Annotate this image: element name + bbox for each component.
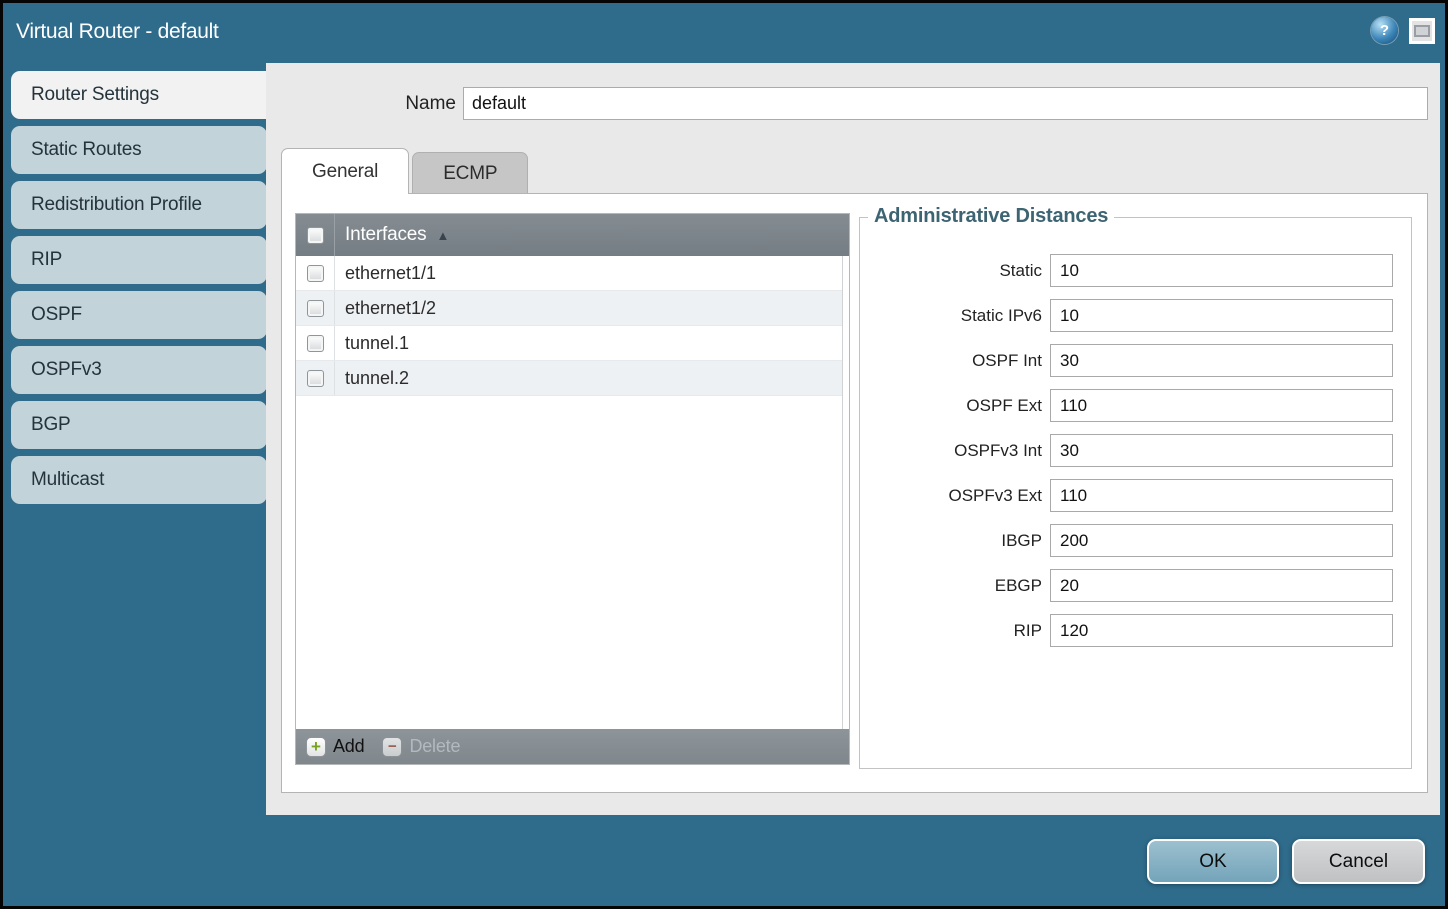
row-checkbox-cell (296, 256, 335, 290)
sidebar-item-rip[interactable]: RIP (11, 236, 267, 284)
sidebar: Router Settings Static Routes Redistributi… (11, 71, 267, 504)
row-checkbox[interactable] (307, 265, 324, 282)
field-row-ebgp: EBGP (860, 569, 1411, 602)
interface-name: tunnel.1 (335, 333, 409, 354)
administrative-distances-legend: Administrative Distances (868, 205, 1114, 228)
table-row-tunnel-2[interactable]: tunnel.2 (296, 361, 842, 396)
select-all-checkbox[interactable] (307, 227, 324, 244)
ebgp-input[interactable] (1050, 569, 1393, 602)
window-icon[interactable] (1409, 18, 1435, 44)
content-panel: Name GeneralECMP Interfaces ▲ ethernet1/… (266, 63, 1440, 815)
ibgp-label: IBGP (860, 531, 1050, 551)
sidebar-item-bgp[interactable]: BGP (11, 401, 267, 449)
name-label: Name (266, 93, 463, 115)
interface-name: tunnel.2 (335, 368, 409, 389)
interfaces-column-header[interactable]: Interfaces ▲ (335, 224, 449, 246)
table-row-tunnel-1[interactable]: tunnel.1 (296, 326, 842, 361)
plus-icon: + (306, 737, 326, 757)
ok-button[interactable]: OK (1147, 839, 1279, 884)
ospfv3-int-input[interactable] (1050, 434, 1393, 467)
add-button[interactable]: + Add (306, 736, 364, 757)
dialog-actions: OK Cancel (1147, 839, 1425, 884)
static-label: Static (860, 261, 1050, 281)
field-row-ibgp: IBGP (860, 524, 1411, 557)
sidebar-item-ospfv3[interactable]: OSPFv3 (11, 346, 267, 394)
rip-input[interactable] (1050, 614, 1393, 647)
row-checkbox-cell (296, 361, 335, 395)
ebgp-label: EBGP (860, 576, 1050, 596)
delete-button[interactable]: − Delete (382, 736, 460, 757)
table-row-ethernet1-2[interactable]: ethernet1/2 (296, 291, 842, 326)
name-row: Name (266, 87, 1428, 120)
interfaces-table-header: Interfaces ▲ (296, 214, 849, 256)
delete-button-label: Delete (409, 736, 460, 757)
tab-strip: GeneralECMP (281, 148, 528, 194)
ospfv3-ext-input[interactable] (1050, 479, 1393, 512)
ospfv3-int-label: OSPFv3 Int (860, 441, 1050, 461)
field-row-ospf-ext: OSPF Ext (860, 389, 1411, 422)
interfaces-table-body: ethernet1/1 ethernet1/2 tunnel.1 tunnel.2 (296, 256, 849, 729)
interface-name: ethernet1/1 (335, 263, 436, 284)
administrative-distances-fieldset: Administrative Distances StaticStatic IP… (859, 217, 1412, 769)
field-row-ospf-int: OSPF Int (860, 344, 1411, 377)
title-bar: Virtual Router - default ? (3, 3, 1445, 61)
sidebar-item-router-settings[interactable]: Router Settings (11, 71, 268, 119)
dialog-title: Virtual Router - default (3, 20, 219, 44)
rip-label: RIP (860, 621, 1050, 641)
ospf-int-input[interactable] (1050, 344, 1393, 377)
field-row-rip: RIP (860, 614, 1411, 647)
ospf-int-label: OSPF Int (860, 351, 1050, 371)
table-row-ethernet1-1[interactable]: ethernet1/1 (296, 256, 842, 291)
interfaces-table-footer: + Add − Delete (296, 729, 849, 764)
sort-ascending-icon: ▲ (436, 229, 449, 242)
ospf-ext-label: OSPF Ext (860, 396, 1050, 416)
interfaces-header-label: Interfaces (345, 224, 426, 246)
sidebar-item-ospf[interactable]: OSPF (11, 291, 267, 339)
virtual-router-dialog: Virtual Router - default ? Router Settin… (3, 3, 1445, 906)
add-button-label: Add (333, 736, 364, 757)
help-icon[interactable]: ? (1371, 17, 1398, 44)
static-ipv6-input[interactable] (1050, 299, 1393, 332)
row-checkbox-cell (296, 291, 335, 325)
tab-general[interactable]: General (281, 148, 409, 194)
row-checkbox[interactable] (307, 370, 324, 387)
tab-ecmp[interactable]: ECMP (412, 152, 528, 194)
sidebar-item-multicast[interactable]: Multicast (11, 456, 267, 504)
row-checkbox[interactable] (307, 300, 324, 317)
field-row-ospfv3-int: OSPFv3 Int (860, 434, 1411, 467)
interface-name: ethernet1/2 (335, 298, 436, 319)
minus-icon: − (382, 737, 402, 757)
select-all-cell (296, 214, 335, 256)
interfaces-table: Interfaces ▲ ethernet1/1 ethernet1/2 tunne… (295, 213, 850, 765)
row-checkbox[interactable] (307, 335, 324, 352)
name-input[interactable] (463, 87, 1428, 120)
static-ipv6-label: Static IPv6 (860, 306, 1050, 326)
row-checkbox-cell (296, 326, 335, 360)
titlebar-icons: ? (1371, 17, 1435, 44)
field-row-static-ipv6: Static IPv6 (860, 299, 1411, 332)
cancel-button[interactable]: Cancel (1292, 839, 1425, 884)
general-tab-panel: Interfaces ▲ ethernet1/1 ethernet1/2 tunne… (281, 193, 1428, 793)
sidebar-item-redistribution-profile[interactable]: Redistribution Profile (11, 181, 267, 229)
administrative-distances-fields: Static Static IPv6 OSPF Int OSPF Ext OSPFv3 … (860, 254, 1411, 659)
ospfv3-ext-label: OSPFv3 Ext (860, 486, 1050, 506)
help-icon-glyph: ? (1380, 22, 1389, 39)
ospf-ext-input[interactable] (1050, 389, 1393, 422)
static-input[interactable] (1050, 254, 1393, 287)
ibgp-input[interactable] (1050, 524, 1393, 557)
field-row-ospfv3-ext: OSPFv3 Ext (860, 479, 1411, 512)
window-icon-inner (1414, 25, 1430, 37)
sidebar-item-static-routes[interactable]: Static Routes (11, 126, 267, 174)
field-row-static: Static (860, 254, 1411, 287)
